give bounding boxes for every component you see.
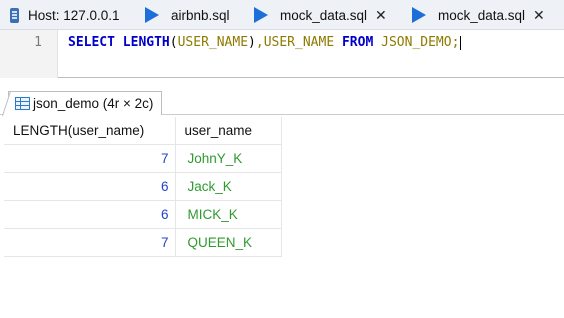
semicolon: ; <box>451 35 460 50</box>
results-tab-bar: json_demo (4r × 2c) <box>0 79 564 115</box>
table-row[interactable]: 7 QUEEN_K <box>4 227 282 257</box>
line-number: 1 <box>34 35 42 50</box>
cell-length[interactable]: 7 <box>4 143 176 172</box>
result-grid: LENGTH(user_name) user_name 7 JohnY_K 6 … <box>4 117 282 257</box>
table-header-row: LENGTH(user_name) user_name <box>4 117 282 144</box>
table-row[interactable]: 7 JohnY_K <box>4 143 282 172</box>
table-row[interactable]: 6 MICK_K <box>4 199 282 228</box>
tab-mock-data-sql-1[interactable]: mock_data.sql ✕ <box>254 0 387 30</box>
sql-editor[interactable]: 1 SELECT LENGTH(USER_NAME),USER_NAME FRO… <box>0 30 564 78</box>
identifier-table: JSON_DEMO <box>381 35 452 50</box>
identifier-arg: USER_NAME <box>177 35 249 50</box>
tab-airbnb-sql-label: airbnb.sql <box>171 7 230 23</box>
identifier-column: USER_NAME <box>263 35 335 50</box>
text-caret <box>460 35 462 50</box>
cell-length[interactable]: 6 <box>4 171 176 200</box>
tab-mock-data-sql-2[interactable]: mock_data.sql ✕ <box>412 0 545 30</box>
tab-host-label: Host: 127.0.0.1 <box>28 7 120 23</box>
cell-length[interactable]: 7 <box>4 227 176 257</box>
cell-user-name[interactable]: JohnY_K <box>175 143 282 172</box>
cell-user-name[interactable]: QUEEN_K <box>175 227 282 257</box>
tab-mock-data-sql-2-label: mock_data.sql <box>438 7 526 23</box>
close-icon[interactable]: ✕ <box>533 7 545 24</box>
keyword-from: FROM <box>341 35 374 50</box>
results-panel: json_demo (4r × 2c) LENGTH(user_name) us… <box>0 79 564 318</box>
column-header-user-name[interactable]: user_name <box>175 117 282 144</box>
tab-result-json-demo[interactable]: json_demo (4r × 2c) <box>8 91 163 115</box>
cell-user-name[interactable]: Jack_K <box>175 171 282 200</box>
query-icon <box>145 7 159 23</box>
tab-airbnb-sql[interactable]: airbnb.sql <box>145 0 230 30</box>
host-icon <box>10 7 19 23</box>
comma: , <box>255 35 264 50</box>
tab-host[interactable]: Host: 127.0.0.1 <box>10 0 120 30</box>
line-gutter: 1 <box>0 30 58 78</box>
query-icon <box>412 7 426 23</box>
result-tab-label: json_demo (4r × 2c) <box>33 96 154 111</box>
keyword-select: SELECT <box>68 35 115 50</box>
tab-mock-data-sql-1-label: mock_data.sql <box>280 7 368 23</box>
query-icon <box>254 7 268 23</box>
editor-tab-bar: Host: 127.0.0.1 airbnb.sql mock_data.sql… <box>0 0 564 30</box>
close-paren: ) <box>248 35 256 50</box>
open-paren: ( <box>169 35 178 50</box>
close-icon[interactable]: ✕ <box>375 7 387 24</box>
cell-user-name[interactable]: MICK_K <box>175 199 282 228</box>
function-length: LENGTH <box>122 35 170 50</box>
table-grid-icon <box>15 97 30 110</box>
cell-length[interactable]: 6 <box>4 199 176 228</box>
sql-code-line[interactable]: SELECT LENGTH(USER_NAME),USER_NAME FROM … <box>68 35 462 50</box>
table-row[interactable]: 6 Jack_K <box>4 171 282 200</box>
column-header-length[interactable]: LENGTH(user_name) <box>4 117 176 144</box>
